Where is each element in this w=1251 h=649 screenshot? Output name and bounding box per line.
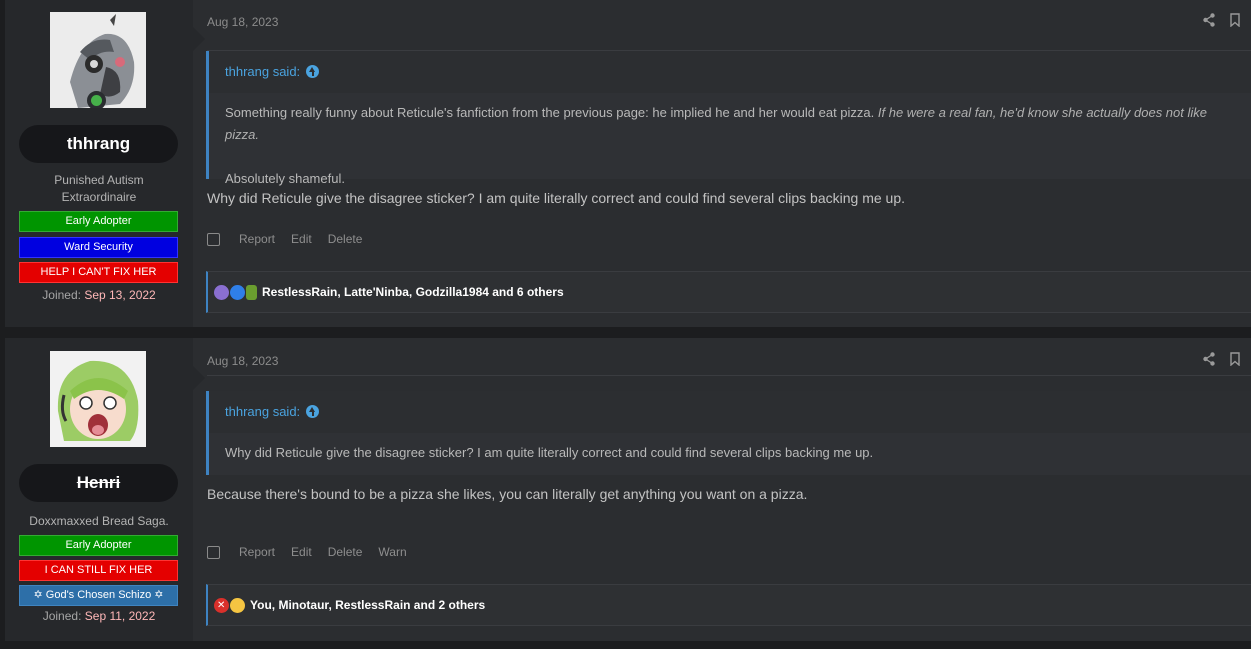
quote-body: Something really funny about Reticule's …	[225, 105, 1207, 186]
delete-link[interactable]: Delete	[328, 232, 363, 246]
banner-early-adopter: Early Adopter	[19, 535, 178, 556]
banner-schizo: ✡ God's Chosen Schizo ✡	[19, 585, 178, 606]
reaction-names[interactable]: RestlessRain, Latte'Ninba, Godzilla1984 …	[262, 285, 564, 299]
divider	[207, 375, 1251, 376]
avatar[interactable]	[50, 351, 146, 447]
report-link[interactable]: Report	[239, 232, 275, 246]
delete-link[interactable]: Delete	[328, 545, 363, 559]
user-sidebar: thhrang Punished Autism Extraordinaire E…	[5, 0, 205, 327]
quote-block: thhrang said: Something really funny abo…	[206, 51, 1251, 186]
username[interactable]: Henri	[19, 464, 178, 502]
reaction-names[interactable]: You, Minotaur, RestlessRain and 2 others	[250, 598, 485, 612]
username[interactable]: thhrang	[19, 125, 178, 163]
reaction-thinking-icon	[230, 597, 245, 613]
post-main: Aug 18, 2023 thhrang said: Something rea…	[193, 0, 1251, 327]
user-sidebar: Henri Doxxmaxxed Bread Saga. Early Adopt…	[5, 338, 205, 641]
post-date[interactable]: Aug 18, 2023	[207, 15, 278, 29]
edit-link[interactable]: Edit	[291, 232, 312, 246]
avatar[interactable]	[50, 12, 146, 108]
user-title: Punished Autism	[54, 173, 144, 187]
report-link[interactable]: Report	[239, 545, 275, 559]
post-message: Why did Reticule give the disagree stick…	[207, 190, 905, 206]
share-icon[interactable]	[1203, 13, 1215, 27]
select-checkbox[interactable]	[207, 545, 220, 559]
user-title: Doxxmaxxed Bread Saga.	[29, 514, 169, 528]
post-actions: Report Edit Delete Warn	[207, 545, 423, 559]
post-date[interactable]: Aug 18, 2023	[207, 354, 278, 368]
arrow-up-circle-icon[interactable]	[306, 405, 320, 419]
banner-fix-her: I CAN STILL FIX HER	[19, 560, 178, 581]
quote-header[interactable]: thhrang said:	[209, 391, 1251, 433]
reaction-sticker-icon	[246, 284, 257, 300]
banner-help: HELP I CAN'T FIX HER	[19, 262, 178, 283]
post-message: Because there's bound to be a pizza she …	[207, 486, 808, 502]
post-main: Aug 18, 2023 thhrang said: Why did Retic…	[193, 338, 1251, 641]
post-actions: Report Edit Delete	[207, 232, 378, 246]
reaction-purple-icon	[214, 284, 229, 300]
share-icon[interactable]	[1203, 352, 1215, 366]
joined-date: Sep 13, 2022	[84, 288, 156, 302]
post: thhrang Punished Autism Extraordinaire E…	[5, 0, 1251, 327]
joined-date: Sep 11, 2022	[84, 609, 156, 623]
banner-early-adopter: Early Adopter	[19, 211, 178, 232]
arrow-up-circle-icon[interactable]	[306, 65, 320, 79]
warn-link[interactable]: Warn	[378, 545, 406, 559]
joined-info: Joined: Sep 11, 2022	[42, 609, 156, 623]
banner-ward-security: Ward Security	[19, 237, 178, 258]
post: Henri Doxxmaxxed Bread Saga. Early Adopt…	[5, 338, 1251, 641]
quote-body: Why did Reticule give the disagree stick…	[225, 445, 874, 460]
user-title-line2: Extraordinaire	[61, 190, 137, 204]
reactions-bar[interactable]: RestlessRain, Latte'Ninba, Godzilla1984 …	[206, 271, 1251, 313]
joined-info: Joined: Sep 13, 2022	[42, 288, 156, 302]
quote-block: thhrang said: Why did Reticule give the …	[206, 391, 1251, 475]
post-tools	[1203, 352, 1241, 366]
select-checkbox[interactable]	[207, 232, 220, 246]
reaction-disagree-icon	[214, 597, 229, 613]
online-status-icon	[87, 91, 106, 108]
post-tools	[1203, 13, 1241, 27]
reaction-like-icon	[230, 284, 245, 300]
edit-link[interactable]: Edit	[291, 545, 312, 559]
quote-header[interactable]: thhrang said:	[209, 51, 1251, 93]
avatar-image	[50, 351, 146, 447]
reactions-bar[interactable]: You, Minotaur, RestlessRain and 2 others	[206, 584, 1251, 626]
bookmark-icon[interactable]	[1229, 352, 1241, 366]
bookmark-icon[interactable]	[1229, 13, 1241, 27]
